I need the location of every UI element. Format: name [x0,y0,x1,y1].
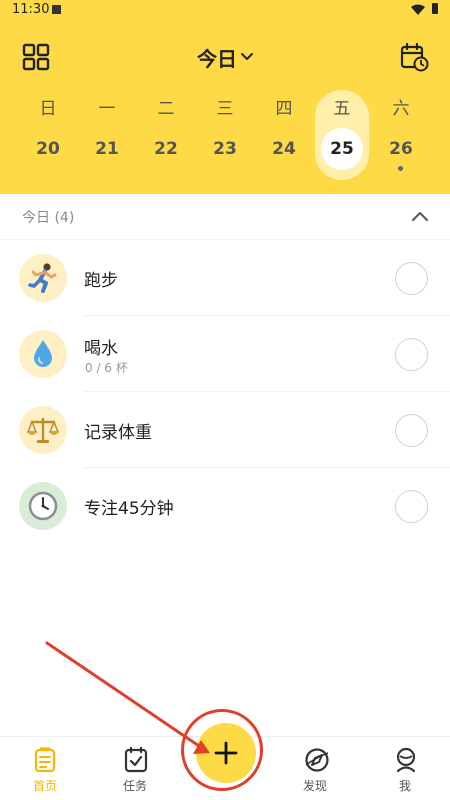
task-complete-checkbox[interactable] [395,262,428,295]
tab-tasks[interactable]: 任务 [90,737,180,800]
task-progress: 0 / 6 杯 [85,361,128,375]
weekday-label: 四 [275,99,293,119]
day-number: 20 [36,139,60,159]
task-complete-checkbox[interactable] [395,338,428,371]
task-name: 跑步 [84,271,118,291]
has-record-dot [398,166,403,171]
task-avatar [19,330,67,378]
task-avatar [19,254,67,302]
tab-me[interactable]: 我 [360,737,450,800]
task-complete-checkbox[interactable] [395,490,428,523]
day-number: 22 [154,139,178,159]
chevron-up-icon[interactable] [410,208,430,224]
tab-label: 我 [398,779,411,793]
weekday-label: 六 [392,99,410,119]
tab-label: 发现 [302,779,327,793]
grid-menu-icon[interactable] [22,43,50,71]
tab-discover[interactable]: 发现 [270,737,360,800]
task-avatar [19,482,67,530]
water-drop-icon [34,340,52,367]
tab-label: 首页 [32,779,57,793]
day-number: 25 [321,128,363,170]
weekday-label: 一 [98,99,116,119]
weekday-label: 三 [216,99,234,119]
day-number: 24 [272,139,296,159]
chevron-down-icon [241,53,253,60]
task-item-focus[interactable]: 专注45分钟 [0,468,450,544]
task-name: 喝水 [84,339,118,359]
home-document-icon [34,747,56,773]
task-complete-checkbox[interactable] [395,414,428,447]
weekday-label: 日 [39,99,57,119]
day-mon[interactable]: 一 21 [80,90,134,180]
section-header-today[interactable]: 今日 (4) [0,194,450,240]
day-tue[interactable]: 二 22 [139,90,193,180]
battery-icon [432,3,438,14]
task-name: 专注45分钟 [84,499,174,519]
day-thu[interactable]: 四 24 [257,90,311,180]
user-profile-icon [396,747,416,773]
day-sun[interactable]: 日 20 [21,90,75,180]
scale-icon [27,418,59,443]
notification-icon [52,5,61,14]
tab-label: 任务 [122,779,147,793]
day-sat[interactable]: 六 26 [374,90,428,180]
wifi-icon [411,4,425,15]
tab-home[interactable]: 首页 [0,737,90,800]
day-wed[interactable]: 三 23 [198,90,252,180]
day-number: 26 [389,139,413,159]
task-item-water[interactable]: 喝水 0 / 6 杯 [0,316,450,392]
checklist-icon [124,747,148,773]
planet-compass-icon [305,748,329,772]
weekday-label: 二 [157,99,175,119]
task-name: 记录体重 [84,423,152,443]
status-time: 11:30 [12,2,50,17]
day-number: 21 [95,139,119,159]
running-icon [28,263,57,293]
day-number: 23 [213,139,237,159]
task-item-weight[interactable]: 记录体重 [0,392,450,468]
task-avatar [19,406,67,454]
clock-icon [28,491,58,521]
header: 11:30 今日 日 20 一 21 二 22 三 23 四 24 五 25 六… [0,0,450,194]
page-title: 今日 [197,46,237,71]
task-item-running[interactable]: 跑步 [0,240,450,316]
weekday-label: 五 [333,99,351,119]
highlight-ring [181,709,263,791]
section-title: 今日 (4) [22,210,75,226]
status-bar: 11:30 [0,0,450,22]
date-range-dropdown[interactable]: 今日 [190,42,260,72]
day-fri-selected[interactable]: 五 25 [315,90,369,180]
calendar-clock-icon[interactable] [399,42,429,72]
